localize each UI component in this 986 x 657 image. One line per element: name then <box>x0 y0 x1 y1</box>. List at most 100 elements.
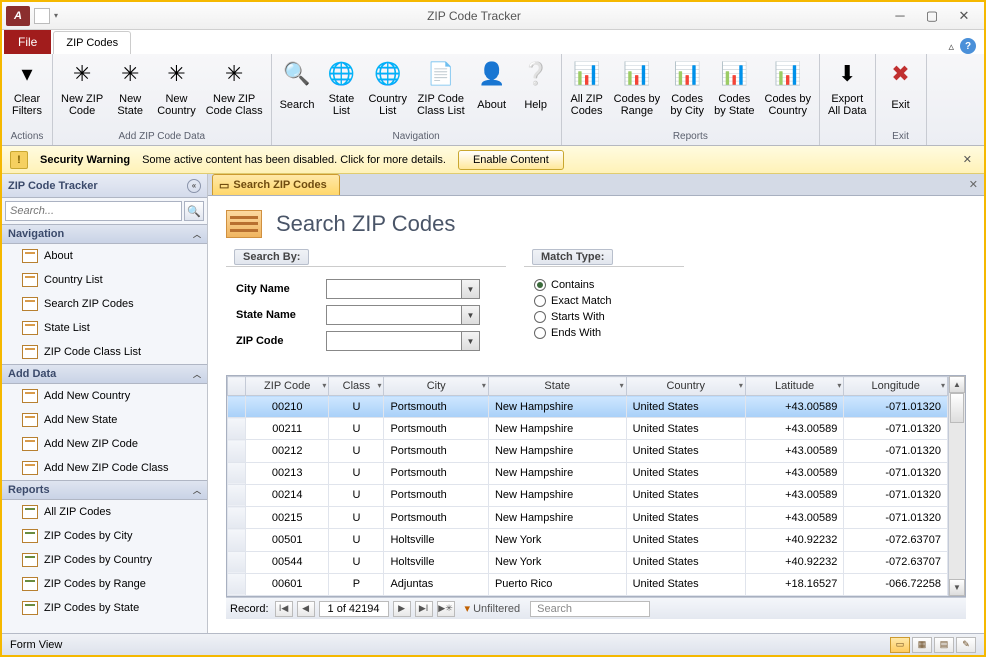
codes-by-city-button[interactable]: 📊Codesby City <box>666 56 708 118</box>
record-search-input[interactable]: Search <box>530 601 650 617</box>
help-icon[interactable]: ? <box>960 38 976 54</box>
state-name-combo[interactable]: ▼ <box>326 305 480 325</box>
row-selector[interactable] <box>228 484 246 506</box>
table-row[interactable]: 00210UPortsmouthNew HampshireUnited Stat… <box>228 396 948 418</box>
cell-class[interactable]: U <box>329 440 384 462</box>
row-selector[interactable] <box>228 396 246 418</box>
file-tab[interactable]: File <box>4 30 51 54</box>
nav-item[interactable]: Add New State <box>2 408 207 432</box>
scroll-down-button[interactable]: ▼ <box>949 579 965 596</box>
nav-item[interactable]: ZIP Codes by City <box>2 524 207 548</box>
security-warning-message[interactable]: Some active content has been disabled. C… <box>142 154 446 166</box>
cell-class[interactable]: P <box>329 573 384 595</box>
cell-state[interactable]: New Hampshire <box>488 396 626 418</box>
column-header[interactable]: City▾ <box>384 377 488 396</box>
row-selector[interactable] <box>228 573 246 595</box>
export-all-button[interactable]: ⬇ExportAll Data <box>824 56 871 118</box>
nav-item[interactable]: ZIP Codes by Range <box>2 572 207 596</box>
next-record-button[interactable]: ▶ <box>393 601 411 617</box>
qat-dropdown-icon[interactable]: ▾ <box>52 8 60 24</box>
cell-zip[interactable]: 00211 <box>246 418 329 440</box>
form-view-button[interactable]: ▭ <box>890 637 910 653</box>
cell-lon[interactable]: -071.01320 <box>844 462 948 484</box>
radio-exact-match[interactable]: Exact Match <box>534 295 674 307</box>
tab-zip-codes[interactable]: ZIP Codes <box>53 31 131 54</box>
nav-pane-header[interactable]: ZIP Code Tracker « <box>2 174 207 198</box>
column-header[interactable]: Latitude▾ <box>745 377 844 396</box>
cell-lon[interactable]: -072.63707 <box>844 529 948 551</box>
cell-class[interactable]: U <box>329 507 384 529</box>
scroll-thumb[interactable] <box>950 393 964 423</box>
cell-lat[interactable]: +43.00589 <box>745 418 844 440</box>
cell-class[interactable]: U <box>329 396 384 418</box>
scroll-up-button[interactable]: ▲ <box>949 376 965 393</box>
dropdown-icon[interactable]: ▼ <box>461 280 479 298</box>
cell-zip[interactable]: 00215 <box>246 507 329 529</box>
column-filter-icon[interactable]: ▾ <box>620 381 624 390</box>
nav-collapse-icon[interactable]: « <box>187 179 201 193</box>
cell-lat[interactable]: +43.00589 <box>745 507 844 529</box>
table-row[interactable]: 00213UPortsmouthNew HampshireUnited Stat… <box>228 462 948 484</box>
table-row[interactable]: 00601PAdjuntasPuerto RicoUnited States+1… <box>228 573 948 595</box>
radio-contains[interactable]: Contains <box>534 279 674 291</box>
new-state-button[interactable]: ✳NewState <box>109 56 151 118</box>
cell-country[interactable]: United States <box>626 462 745 484</box>
dropdown-icon[interactable]: ▼ <box>461 306 479 324</box>
select-all-corner[interactable] <box>228 377 246 396</box>
record-position[interactable]: 1 of 42194 <box>319 601 389 617</box>
cell-state[interactable]: New Hampshire <box>488 484 626 506</box>
nav-item[interactable]: State List <box>2 316 207 340</box>
cell-class[interactable]: U <box>329 529 384 551</box>
nav-item[interactable]: Country List <box>2 268 207 292</box>
new-zip-button[interactable]: ✳New ZIPCode <box>57 56 107 118</box>
cell-lon[interactable]: -066.72258 <box>844 573 948 595</box>
row-selector[interactable] <box>228 440 246 462</box>
cell-country[interactable]: United States <box>626 396 745 418</box>
nav-item[interactable]: Search ZIP Codes <box>2 292 207 316</box>
nav-search-input[interactable] <box>5 201 182 221</box>
country-list-button[interactable]: 🌐CountryList <box>364 56 411 118</box>
column-header[interactable]: Class▾ <box>329 377 384 396</box>
table-row[interactable]: 00214UPortsmouthNew HampshireUnited Stat… <box>228 484 948 506</box>
state-list-button[interactable]: 🌐StateList <box>320 56 362 118</box>
column-filter-icon[interactable]: ▾ <box>941 381 945 390</box>
enable-content-button[interactable]: Enable Content <box>458 150 564 170</box>
cell-city[interactable]: Portsmouth <box>384 484 488 506</box>
cell-state[interactable]: New Hampshire <box>488 462 626 484</box>
class-list-button[interactable]: 📄ZIP CodeClass List <box>413 56 469 118</box>
radio-ends-with[interactable]: Ends With <box>534 327 674 339</box>
table-row[interactable]: 00215UPortsmouthNew HampshireUnited Stat… <box>228 507 948 529</box>
cell-state[interactable]: New Hampshire <box>488 440 626 462</box>
cell-country[interactable]: United States <box>626 418 745 440</box>
column-filter-icon[interactable]: ▾ <box>322 381 326 390</box>
row-selector[interactable] <box>228 529 246 551</box>
cell-lat[interactable]: +43.00589 <box>745 484 844 506</box>
nav-section-navigation[interactable]: Navigation︿ <box>2 224 207 244</box>
dropdown-icon[interactable]: ▼ <box>461 332 479 350</box>
column-header[interactable]: ZIP Code▾ <box>246 377 329 396</box>
cell-zip[interactable]: 00212 <box>246 440 329 462</box>
cell-state[interactable]: New York <box>488 529 626 551</box>
table-row[interactable]: 00544UHoltsvilleNew YorkUnited States+40… <box>228 551 948 573</box>
all-zip-codes-button[interactable]: 📊All ZIPCodes <box>566 56 608 118</box>
row-selector[interactable] <box>228 551 246 573</box>
table-row[interactable]: 00212UPortsmouthNew HampshireUnited Stat… <box>228 440 948 462</box>
column-header[interactable]: Country▾ <box>626 377 745 396</box>
cell-state[interactable]: New Hampshire <box>488 418 626 440</box>
cell-country[interactable]: United States <box>626 440 745 462</box>
city-name-combo[interactable]: ▼ <box>326 279 480 299</box>
nav-item[interactable]: About <box>2 244 207 268</box>
column-filter-icon[interactable]: ▾ <box>377 381 381 390</box>
vertical-scrollbar[interactable]: ▲ ▼ <box>948 376 965 596</box>
minimize-button[interactable]: ─ <box>888 7 912 25</box>
nav-item[interactable]: ZIP Codes by State <box>2 596 207 620</box>
nav-item[interactable]: ZIP Codes by Country <box>2 548 207 572</box>
cell-state[interactable]: New Hampshire <box>488 507 626 529</box>
nav-section-reports[interactable]: Reports︿ <box>2 480 207 500</box>
clear-filters-button[interactable]: ▾ClearFilters <box>6 56 48 118</box>
cell-lat[interactable]: +40.92232 <box>745 551 844 573</box>
cell-zip[interactable]: 00210 <box>246 396 329 418</box>
cell-state[interactable]: Puerto Rico <box>488 573 626 595</box>
layout-view-button[interactable]: ▤ <box>934 637 954 653</box>
cell-lon[interactable]: -071.01320 <box>844 507 948 529</box>
